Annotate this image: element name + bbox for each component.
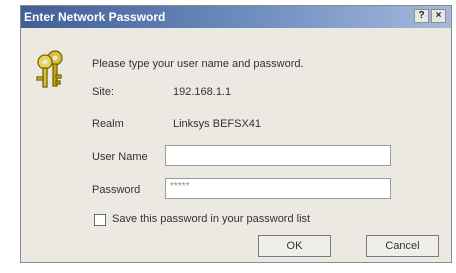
network-password-dialog: Enter Network Password ? × Please type y… — [20, 5, 452, 263]
keys-icon — [36, 50, 63, 88]
realm-value: Linksys BEFSX41 — [173, 118, 262, 130]
cancel-button[interactable]: Cancel — [366, 235, 439, 257]
username-input[interactable] — [165, 145, 391, 166]
site-label: Site: — [92, 86, 115, 98]
realm-label: Realm — [92, 118, 124, 130]
password-input[interactable]: ***** — [165, 178, 391, 199]
ok-button[interactable]: OK — [258, 235, 331, 257]
title-bar[interactable]: Enter Network Password ? × — [21, 6, 451, 28]
dialog-title: Enter Network Password — [24, 10, 166, 24]
password-label: Password — [92, 184, 141, 196]
help-button[interactable]: ? — [414, 9, 429, 23]
save-password-label[interactable]: Save this password in your password list — [112, 213, 310, 225]
username-label: User Name — [92, 151, 148, 163]
site-value: 192.168.1.1 — [173, 86, 232, 98]
save-password-checkbox[interactable] — [94, 214, 106, 226]
prompt-text: Please type your user name and password. — [92, 58, 304, 70]
close-button[interactable]: × — [431, 9, 446, 23]
